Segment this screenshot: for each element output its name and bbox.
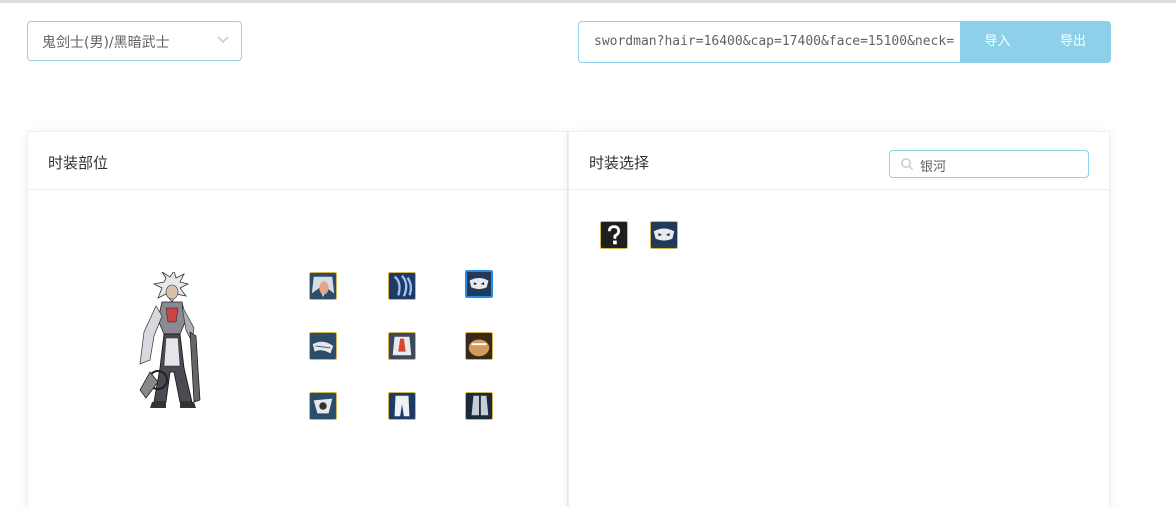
- slot-hair[interactable]: [309, 272, 337, 300]
- pants-icon: [389, 393, 415, 419]
- avatar-parts-header: 时装部位: [28, 132, 567, 190]
- chevron-down-icon: [217, 36, 229, 43]
- top-divider: [0, 0, 1176, 3]
- search-input[interactable]: 银河: [889, 150, 1089, 178]
- slot-face[interactable]: [465, 270, 493, 298]
- coat-icon: [389, 333, 415, 359]
- avatar-select-panel: 时装选择 银河: [568, 131, 1110, 507]
- skin-icon: [466, 333, 492, 359]
- slot-skin[interactable]: [465, 332, 493, 360]
- search-input-value: 银河: [920, 160, 947, 175]
- slot-belt[interactable]: [309, 392, 337, 420]
- slot-coat[interactable]: [388, 332, 416, 360]
- mask-item-icon: [651, 222, 677, 248]
- code-input-value: swordman?hair=16400&cap=17400&face=15100…: [594, 34, 955, 49]
- cap-icon: [389, 273, 415, 299]
- hair-icon: [310, 273, 336, 299]
- import-export-buttons: 导入 导出: [960, 21, 1111, 63]
- search-icon: [901, 158, 913, 170]
- export-button[interactable]: 导出: [1035, 21, 1111, 63]
- avatar-parts-title: 时装部位: [48, 154, 109, 172]
- result-item[interactable]: [650, 221, 678, 249]
- shoes-icon: [466, 393, 492, 419]
- slot-shoes[interactable]: [465, 392, 493, 420]
- neck-icon: [310, 333, 336, 359]
- code-input[interactable]: swordman?hair=16400&cap=17400&face=15100…: [578, 21, 961, 63]
- job-select-value: 鬼剑士(男)/黑暗武士: [42, 35, 170, 51]
- avatar-parts-panel: 时装部位: [27, 131, 568, 507]
- import-button[interactable]: 导入: [960, 21, 1035, 63]
- character-preview: [139, 272, 201, 408]
- avatar-select-header: 时装选择 银河: [569, 132, 1109, 190]
- result-item[interactable]: [600, 221, 628, 249]
- avatar-select-title: 时装选择: [589, 154, 650, 172]
- unknown-item-icon: [601, 222, 627, 248]
- job-select[interactable]: 鬼剑士(男)/黑暗武士: [27, 21, 242, 61]
- belt-icon: [310, 393, 336, 419]
- slot-pants[interactable]: [388, 392, 416, 420]
- slot-cap[interactable]: [388, 272, 416, 300]
- face-icon: [467, 272, 491, 296]
- slot-neck[interactable]: [309, 332, 337, 360]
